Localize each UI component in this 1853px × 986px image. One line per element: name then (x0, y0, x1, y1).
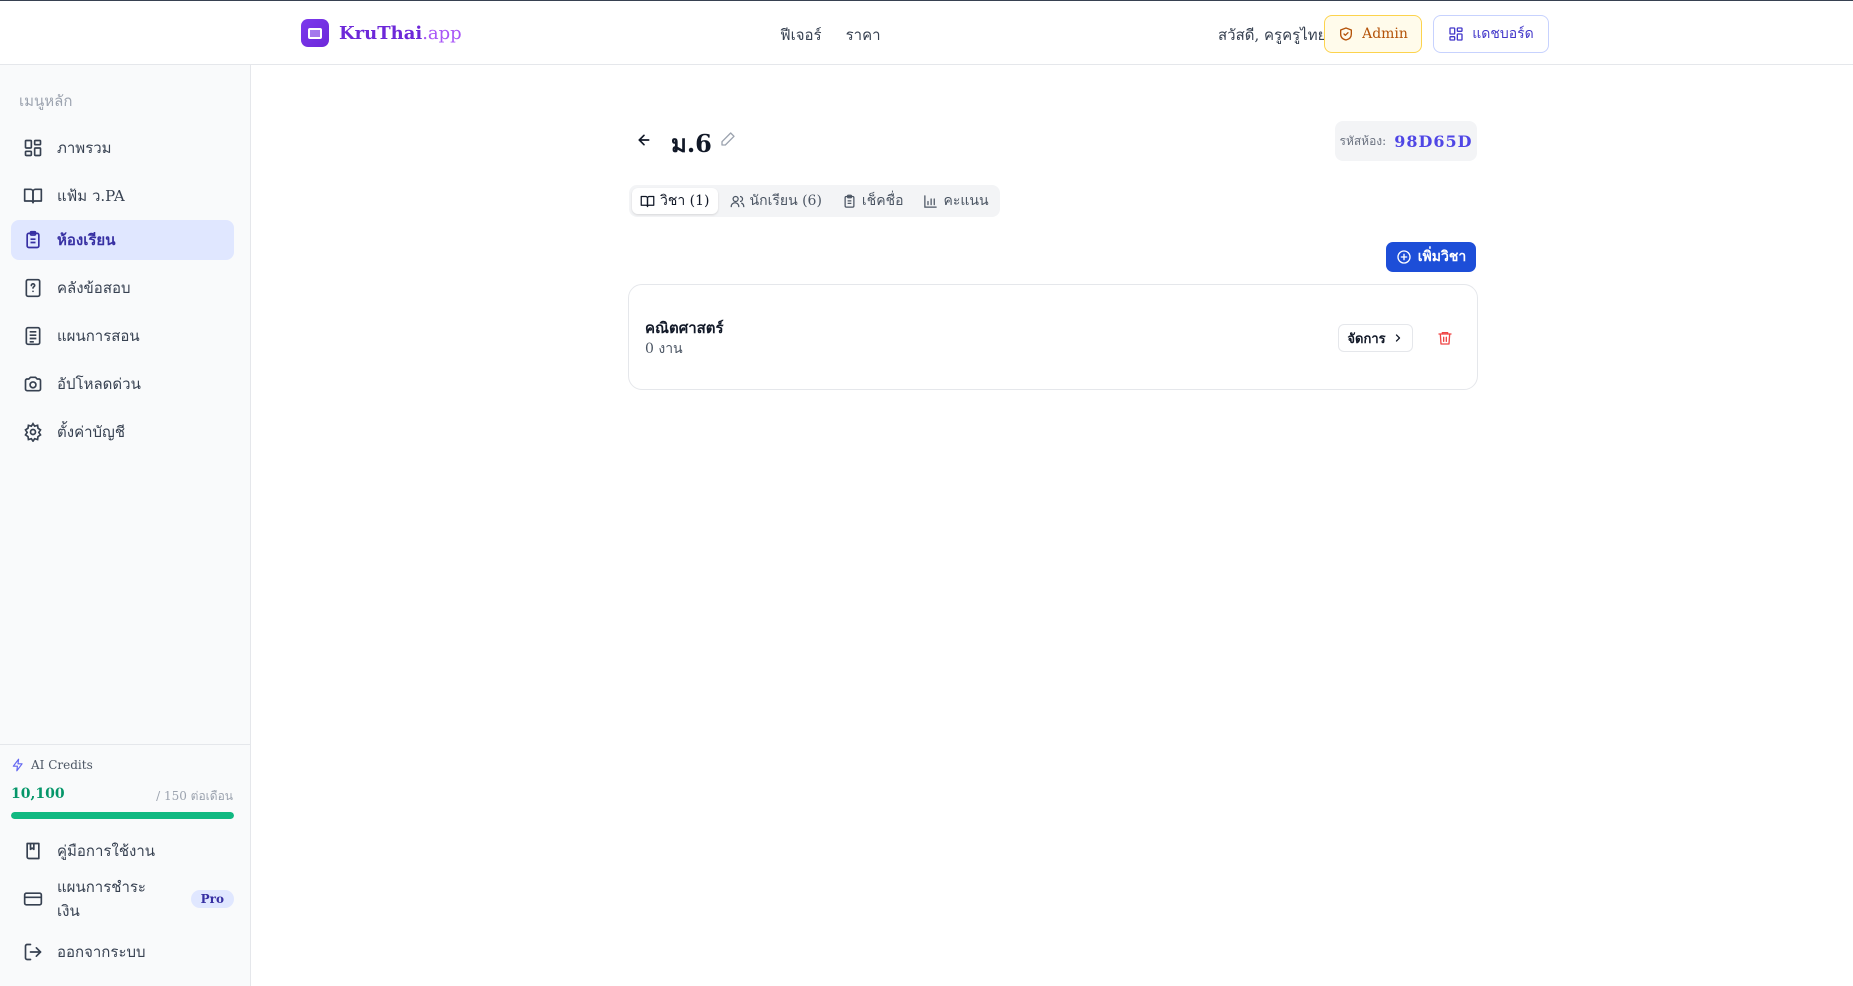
app-logo-icon (301, 19, 329, 47)
ai-credits-title: AI Credits (31, 758, 93, 772)
tab-students[interactable]: นักเรียน (6) (722, 188, 830, 214)
sidebar-item-logout[interactable]: ออกจากระบบ (11, 932, 234, 972)
book-open-icon (23, 188, 43, 204)
bookmark-book-icon (26, 842, 40, 860)
subject-card: คณิตศาสตร์ 0 งาน จัดการ (628, 284, 1478, 390)
tab-bar: วิชา (1) นักเรียน (6) เช็คชื่อ คะแนน (629, 185, 1000, 217)
sidebar-item-quick-upload[interactable]: อัปโหลดด่วน (11, 364, 234, 404)
page-title: ม.6 (671, 129, 712, 158)
sidebar-heading: เมนูหลัก (19, 92, 73, 110)
tab-subjects[interactable]: วิชา (1) (632, 188, 718, 214)
nav-link-pricing[interactable]: ราคา (846, 23, 881, 47)
brand-logo-link[interactable]: KruThai.app (301, 19, 462, 47)
sidebar-item-label: ภาพรวม (57, 139, 112, 157)
credit-card-icon (23, 892, 43, 906)
pencil-icon (721, 132, 735, 146)
sidebar-item-settings[interactable]: ตั้งค่าบัญชี (11, 412, 234, 452)
sidebar-item-lesson-plan[interactable]: แผนการสอน (11, 316, 234, 356)
grid-icon (24, 139, 42, 157)
top-bar: KruThai.app ฟีเจอร์ ราคา สวัสดี, ครูครูไ… (0, 0, 1853, 65)
delete-subject-button[interactable] (1434, 327, 1456, 349)
plus-circle-icon (1397, 250, 1411, 264)
ai-credits-progress-fill (11, 812, 234, 819)
pro-badge: Pro (190, 890, 234, 908)
subject-name: คณิตศาสตร์ (645, 319, 724, 337)
tab-attendance[interactable]: เช็คชื่อ (834, 188, 912, 214)
ai-credits-value: 10,100 (11, 786, 65, 802)
top-nav: ฟีเจอร์ ราคา (780, 23, 881, 47)
sidebar-item-label: แผนการสอน (57, 327, 140, 345)
sidebar-item-label: ออกจากระบบ (57, 943, 146, 961)
lightning-icon (12, 758, 23, 772)
room-code-badge: รหัสห้อง: 98D65D (1335, 121, 1477, 161)
sidebar-item-label: แฟ้ม ว.PA (57, 187, 125, 205)
sidebar-item-label: คู่มือการใช้งาน (57, 842, 155, 860)
tab-scores[interactable]: คะแนน (915, 188, 996, 214)
gear-icon (24, 422, 42, 442)
sidebar-item-overview[interactable]: ภาพรวม (11, 128, 234, 168)
tab-label: เช็คชื่อ (861, 193, 904, 209)
clipboard-icon (26, 230, 40, 249)
grid-icon (1449, 27, 1463, 41)
sidebar-item-pa-folder[interactable]: แฟ้ม ว.PA (11, 176, 234, 216)
dashboard-button[interactable]: แดชบอร์ด (1433, 15, 1549, 53)
chevron-right-icon (1395, 334, 1400, 342)
sidebar-item-billing[interactable]: แผนการชำระเงิน Pro (11, 878, 234, 920)
nav-link-features[interactable]: ฟีเจอร์ (780, 23, 822, 47)
arrow-left-icon (638, 134, 650, 146)
room-code-label: รหัสห้อง: (1339, 133, 1387, 148)
sidebar-item-exam-bank[interactable]: คลังข้อสอบ (11, 268, 234, 308)
ai-credits-limit: / 150 ต่อเดือน (156, 789, 233, 803)
tab-label: นักเรียน (6) (749, 193, 822, 209)
edit-title-button[interactable] (720, 131, 736, 151)
question-file-icon (25, 278, 41, 298)
ai-credits-progress (11, 812, 234, 819)
sidebar: เมนูหลัก ภาพรวม แฟ้ม ว.PA ห้องเรียน คลัง… (0, 65, 251, 986)
sidebar-item-label: แผนการชำระเงิน (57, 878, 146, 920)
back-button[interactable] (632, 128, 656, 152)
sidebar-item-label: อัปโหลดด่วน (57, 375, 141, 393)
add-subject-button[interactable]: เพิ่มวิชา (1386, 242, 1476, 272)
brand-name: KruThai (339, 22, 423, 44)
sidebar-divider (0, 744, 251, 745)
document-icon (25, 326, 41, 346)
admin-button[interactable]: Admin (1324, 15, 1422, 53)
dashboard-button-label: แดชบอร์ด (1472, 26, 1534, 42)
manage-subject-button[interactable]: จัดการ (1338, 324, 1413, 352)
tab-label: คะแนน (943, 193, 989, 209)
book-open-icon (640, 195, 655, 207)
camera-icon (24, 376, 42, 392)
trash-icon (1438, 332, 1452, 345)
clipboard-check-icon (844, 194, 855, 208)
manage-subject-label: จัดการ (1347, 331, 1386, 347)
room-code-value: 98D65D (1394, 131, 1473, 151)
sidebar-item-label: ห้องเรียน (57, 231, 116, 249)
users-icon (730, 195, 744, 207)
ai-credits-label: AI Credits (11, 758, 93, 772)
sidebar-item-user-guide[interactable]: คู่มือการใช้งาน (11, 831, 234, 871)
brand-suffix: .app (422, 22, 462, 44)
bar-chart-icon (924, 194, 938, 208)
user-greeting: สวัสดี, ครูครูไทย (1218, 26, 1327, 44)
tab-label: วิชา (1) (660, 193, 710, 209)
sidebar-item-label: คลังข้อสอบ (57, 279, 131, 297)
shield-icon (1340, 27, 1353, 41)
sidebar-item-classroom[interactable]: ห้องเรียน (11, 220, 234, 260)
admin-button-label: Admin (1362, 26, 1408, 42)
sidebar-item-label: ตั้งค่าบัญชี (57, 423, 126, 441)
logout-icon (24, 943, 42, 961)
add-subject-label: เพิ่มวิชา (1417, 249, 1467, 265)
subject-assignment-count: 0 งาน (645, 341, 683, 357)
